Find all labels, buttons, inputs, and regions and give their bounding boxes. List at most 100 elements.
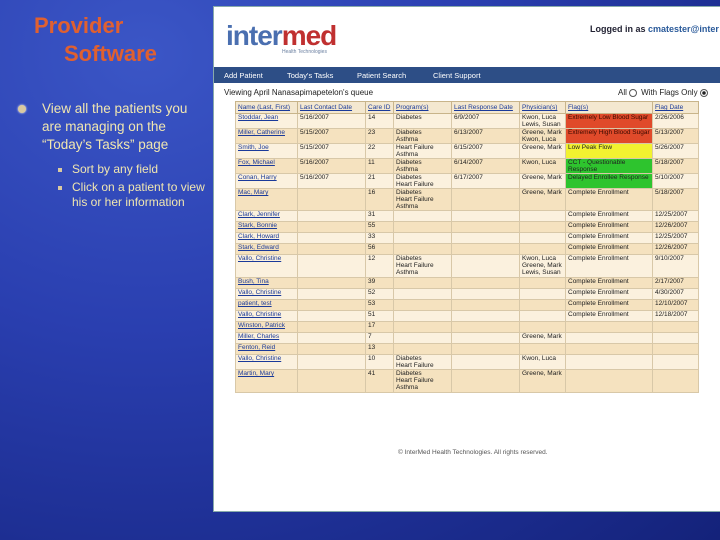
cell-flag-date: 12/26/2007 — [652, 221, 699, 233]
table-row[interactable]: patient, test 53 Complete Enrollment 12/10/… — [235, 299, 699, 311]
cell-physicians — [519, 221, 566, 233]
column-header-programs[interactable]: Program(s) — [393, 101, 452, 114]
cell-flag-date: 12/10/2007 — [652, 299, 699, 311]
cell-name[interactable]: Winston, Patrick — [235, 321, 298, 333]
cell-last-contact: 5/15/2007 — [297, 128, 366, 144]
cell-name[interactable]: Miller, Charles — [235, 332, 298, 344]
cell-name[interactable]: patient, test — [235, 299, 298, 311]
patient-name-link[interactable]: Vallo, Christine — [238, 290, 281, 297]
patient-name-link[interactable]: Vallo, Christine — [238, 356, 281, 363]
column-header-flag-date[interactable]: Flag Date — [652, 101, 699, 114]
patient-name-link[interactable]: Fox, Michael — [238, 160, 275, 167]
cell-last-response — [451, 210, 520, 222]
cell-name[interactable]: Stark, Bonnie — [235, 221, 298, 233]
table-row[interactable]: Miller, Catherine 5/15/2007 23 Diabetes Ast… — [235, 128, 699, 144]
nav-add-patient[interactable]: Add Patient — [224, 71, 263, 80]
cell-flag-date: 2/26/2006 — [652, 113, 699, 129]
filter-flags-radio[interactable] — [699, 88, 708, 97]
table-row[interactable]: Vallo, Christine 12 Diabetes Heart Failure… — [235, 254, 699, 278]
cell-name[interactable]: Smith, Joe — [235, 143, 298, 159]
patient-name-link[interactable]: Clark, Jennifer — [238, 212, 280, 219]
cell-flag-date: 5/26/2007 — [652, 143, 699, 159]
intermed-logo[interactable]: intermed Health Technologies — [226, 21, 366, 61]
table-row[interactable]: Winston, Patrick 17 — [235, 321, 699, 333]
patient-name-link[interactable]: Vallo, Christine — [238, 256, 281, 263]
cell-name[interactable]: Vallo, Christine — [235, 310, 298, 322]
cell-programs — [393, 343, 452, 355]
patient-name-link[interactable]: Clark, Howard — [238, 234, 279, 241]
table-row[interactable]: Mac, Mary 16 Diabetes Heart Failure Asthma… — [235, 188, 699, 211]
cell-programs: Diabetes Heart Failure — [393, 354, 452, 370]
patient-name-link[interactable]: Bush, Tina — [238, 279, 269, 286]
table-row[interactable]: Martin, Mary 41 Diabetes Heart Failure Ast… — [235, 369, 699, 393]
cell-physicians: Greene, Mark Kwon, Luca — [519, 128, 566, 144]
patient-name-link[interactable]: Miller, Charles — [238, 334, 279, 341]
column-header-flags[interactable]: Flag(s) — [565, 101, 653, 114]
cell-name[interactable]: Vallo, Christine — [235, 288, 298, 300]
table-row[interactable]: Miller, Charles 7 Greene, Mark — [235, 332, 699, 344]
nav-client-support[interactable]: Client Support — [433, 71, 481, 80]
column-header-physicians[interactable]: Physician(s) — [519, 101, 566, 114]
cell-name[interactable]: Stoddar, Jean — [235, 113, 298, 129]
cell-last-response — [451, 310, 520, 322]
cell-name[interactable]: Clark, Howard — [235, 232, 298, 244]
cell-programs — [393, 221, 452, 233]
cell-name[interactable]: Vallo, Christine — [235, 354, 298, 370]
cell-programs: Diabetes — [393, 113, 452, 129]
patient-name-link[interactable]: Stoddar, Jean — [238, 115, 278, 122]
sub-bullet: Sort by any field — [10, 162, 210, 177]
cell-last-response — [451, 332, 520, 344]
patient-name-link[interactable]: Miller, Catherine — [238, 130, 285, 137]
table-row[interactable]: Conan, Harry 5/16/2007 21 Diabetes Heart Fa… — [235, 173, 699, 189]
nav-todays-tasks[interactable]: Today's Tasks — [287, 71, 333, 80]
patient-name-link[interactable]: Stark, Edward — [238, 245, 279, 252]
table-row[interactable]: Stark, Edward 56 Complete Enrollment 12/26/… — [235, 243, 699, 255]
patient-name-link[interactable]: patient, test — [238, 301, 272, 308]
patient-name-link[interactable]: Winston, Patrick — [238, 323, 285, 330]
cell-name[interactable]: Bush, Tina — [235, 277, 298, 289]
table-row[interactable]: Clark, Howard 33 Complete Enrollment 12/25/… — [235, 232, 699, 244]
cell-flag — [565, 369, 653, 393]
cell-name[interactable]: Mac, Mary — [235, 188, 298, 211]
patient-name-link[interactable]: Martin, Mary — [238, 371, 274, 378]
cell-flag — [565, 332, 653, 344]
patient-name-link[interactable]: Fenton, Reid — [238, 345, 275, 352]
table-row[interactable]: Fox, Michael 5/16/2007 11 Diabetes Asthma 6/… — [235, 158, 699, 174]
filter-all-radio[interactable] — [628, 88, 637, 97]
filter-all-label: All — [618, 88, 627, 97]
table-row[interactable]: Clark, Jennifer 31 Complete Enrollment 12/2… — [235, 210, 699, 222]
patient-name-link[interactable]: Vallo, Christine — [238, 312, 281, 319]
cell-name[interactable]: Clark, Jennifer — [235, 210, 298, 222]
table-row[interactable]: Vallo, Christine 10 Diabetes Heart Failure… — [235, 354, 699, 370]
cell-name[interactable]: Vallo, Christine — [235, 254, 298, 278]
table-row[interactable]: Fenton, Reid 13 — [235, 343, 699, 355]
column-header-care-id[interactable]: Care ID — [365, 101, 394, 114]
column-header-name[interactable]: Name (Last, First) — [235, 101, 298, 114]
cell-physicians — [519, 210, 566, 222]
cell-name[interactable]: Miller, Catherine — [235, 128, 298, 144]
cell-name[interactable]: Stark, Edward — [235, 243, 298, 255]
column-header-last-response[interactable]: Last Response Date — [451, 101, 520, 114]
cell-name[interactable]: Fox, Michael — [235, 158, 298, 174]
cell-name[interactable]: Fenton, Reid — [235, 343, 298, 355]
cell-care-id: 31 — [365, 210, 394, 222]
table-row[interactable]: Smith, Joe 5/15/2007 22 Heart Failure Asthm… — [235, 143, 699, 159]
column-header-last-contact[interactable]: Last Contact Date — [297, 101, 366, 114]
table-row[interactable]: Vallo, Christine 52 Complete Enrollment 4/3… — [235, 288, 699, 300]
cell-physicians: Greene, Mark — [519, 369, 566, 393]
patient-name-link[interactable]: Smith, Joe — [238, 145, 269, 152]
patient-name-link[interactable]: Stark, Bonnie — [238, 223, 277, 230]
patient-name-link[interactable]: Mac, Mary — [238, 190, 268, 197]
cell-flag-date — [652, 321, 699, 333]
table-row[interactable]: Bush, Tina 39 Complete Enrollment 2/17/2007 — [235, 277, 699, 289]
patient-name-link[interactable]: Conan, Harry — [238, 175, 277, 182]
table-row[interactable]: Stark, Bonnie 55 Complete Enrollment 12/26/… — [235, 221, 699, 233]
cell-care-id: 16 — [365, 188, 394, 211]
cell-name[interactable]: Conan, Harry — [235, 173, 298, 189]
cell-name[interactable]: Martin, Mary — [235, 369, 298, 393]
table-row[interactable]: Vallo, Christine 51 Complete Enrollment 12/… — [235, 310, 699, 322]
cell-flag-date: 2/17/2007 — [652, 277, 699, 289]
cell-flag: Complete Enrollment — [565, 188, 653, 211]
table-row[interactable]: Stoddar, Jean 5/16/2007 14 Diabetes 6/9/2007… — [235, 113, 699, 129]
nav-patient-search[interactable]: Patient Search — [357, 71, 406, 80]
